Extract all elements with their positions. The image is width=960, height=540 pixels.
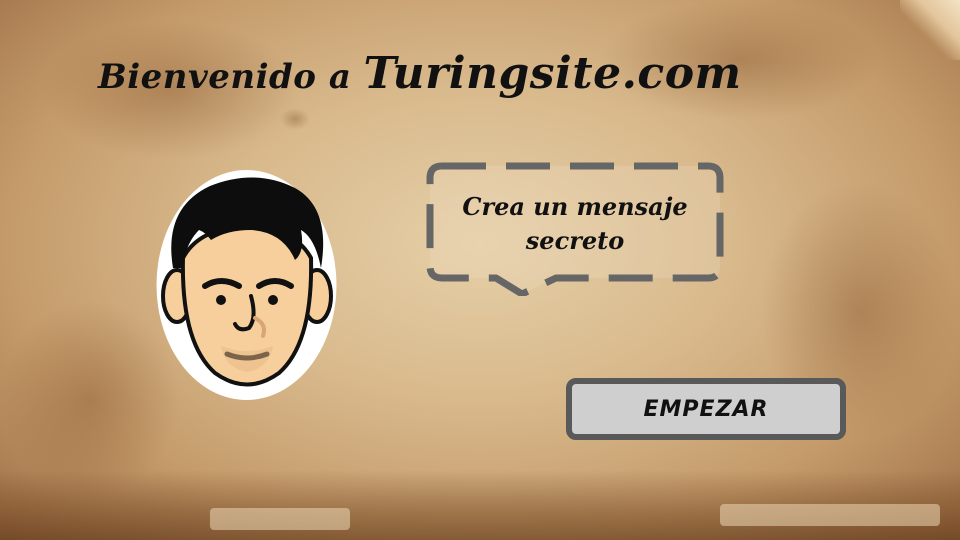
start-button[interactable]: EMPEZAR — [566, 378, 846, 440]
avatar-face-icon — [156, 170, 337, 400]
torn-paper-strip — [720, 504, 940, 526]
speech-bubble-line: Crea un mensaje — [462, 192, 688, 221]
torn-paper-strip — [210, 508, 350, 530]
background-stain — [280, 108, 310, 130]
speech-bubble-line: secreto — [525, 226, 625, 255]
page-title: Bienvenido a Turingsite.com — [98, 48, 742, 99]
welcome-text: Bienvenido a — [98, 57, 352, 97]
brand-name: Turingsite.com — [363, 48, 742, 99]
corner-fold — [900, 0, 960, 60]
start-button-label: EMPEZAR — [643, 396, 769, 422]
speech-bubble-text: Crea un mensaje secreto — [446, 190, 704, 258]
